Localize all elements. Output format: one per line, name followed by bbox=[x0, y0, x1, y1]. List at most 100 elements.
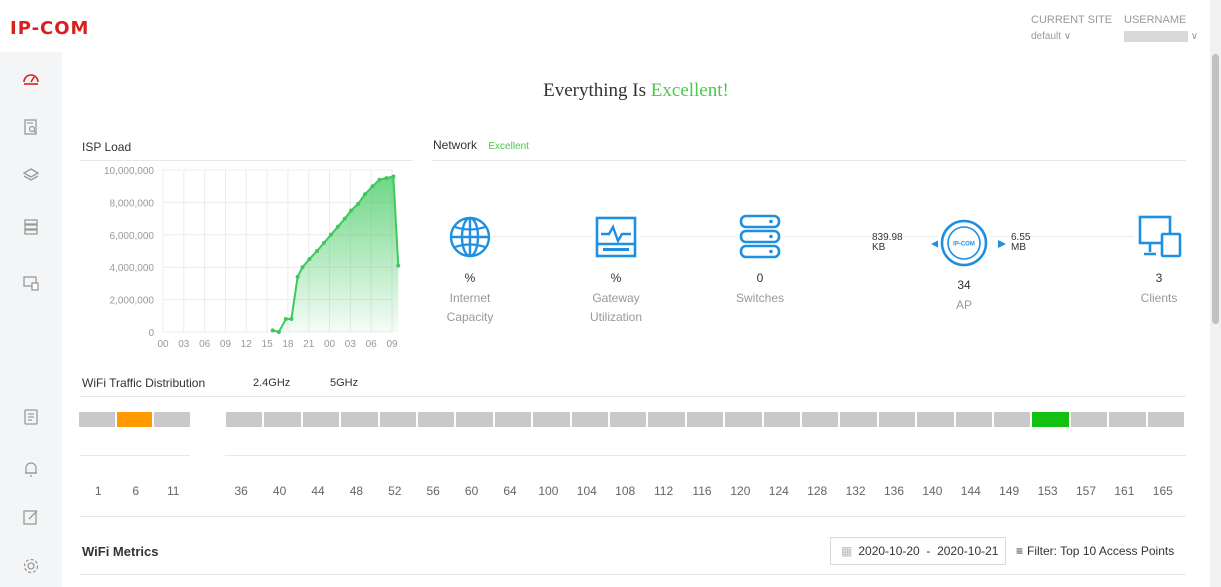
top-bar: IP-COM CURRENT SITE default ∨ USERNAME ∨ bbox=[0, 0, 1210, 53]
channel-number: 132 bbox=[845, 484, 866, 498]
ap-label: AP bbox=[955, 298, 972, 312]
channel-number: 128 bbox=[807, 484, 828, 498]
channel-bar[interactable] bbox=[763, 412, 800, 427]
tab-5ghz[interactable]: 5GHz bbox=[330, 377, 358, 389]
channel-bar[interactable] bbox=[648, 412, 685, 427]
channel-bar[interactable] bbox=[1109, 412, 1146, 427]
channel-bar[interactable] bbox=[878, 412, 916, 427]
isp-data-point bbox=[396, 263, 401, 268]
channel-number: 124 bbox=[768, 484, 789, 498]
channel-bar[interactable] bbox=[456, 412, 493, 427]
page-scrollbar[interactable] bbox=[1210, 0, 1221, 587]
internet-label-2: Capacity bbox=[446, 310, 494, 324]
internet-label-1: Internet bbox=[449, 291, 491, 305]
clients-summary[interactable]: 3 Clients bbox=[1130, 214, 1188, 308]
current-site-selector[interactable]: CURRENT SITE default ∨ bbox=[1031, 14, 1112, 42]
isp-data-point bbox=[370, 184, 375, 189]
ip-com-logo[interactable]: IP-COM bbox=[10, 18, 89, 39]
channel-number: 112 bbox=[654, 484, 674, 498]
channel-bar[interactable] bbox=[379, 412, 416, 427]
channel-bar[interactable] bbox=[1070, 412, 1108, 427]
channel-number: 100 bbox=[538, 484, 559, 498]
clients-devices-icon bbox=[1134, 214, 1184, 260]
channel-bar[interactable] bbox=[341, 412, 378, 427]
isp-data-point bbox=[321, 240, 326, 245]
switches-value: 0 bbox=[756, 271, 764, 285]
isp-data-point bbox=[276, 330, 281, 334]
scrollbar-thumb[interactable] bbox=[1212, 54, 1219, 324]
log-search-icon[interactable] bbox=[22, 118, 40, 136]
isp-data-point bbox=[328, 232, 333, 237]
channel-bar[interactable] bbox=[1032, 412, 1069, 427]
channel-bar[interactable] bbox=[802, 412, 839, 427]
channel-bar[interactable] bbox=[840, 412, 877, 427]
wifi-traffic-title: WiFi Traffic Distribution bbox=[82, 376, 206, 390]
bell-icon[interactable] bbox=[22, 460, 40, 478]
channel-bar[interactable] bbox=[418, 412, 455, 427]
server-stack-icon[interactable] bbox=[22, 218, 40, 236]
username-selector[interactable]: USERNAME ∨ bbox=[1124, 14, 1198, 42]
ap-upload-unit: MB bbox=[1011, 242, 1026, 253]
filter-button[interactable]: ≡ Filter: Top 10 Access Points bbox=[1016, 544, 1174, 558]
channel-number: 52 bbox=[388, 484, 402, 498]
dashboard-icon[interactable] bbox=[22, 70, 40, 88]
settings-gear-icon[interactable] bbox=[22, 557, 40, 575]
wifi-metrics-title: WiFi Metrics bbox=[82, 544, 159, 559]
gateway-monitor-icon bbox=[593, 214, 639, 260]
layers-icon[interactable] bbox=[22, 166, 40, 184]
tab-2-4ghz[interactable]: 2.4GHz bbox=[253, 377, 290, 389]
wifi-divider-top bbox=[80, 396, 1186, 397]
network-link-line bbox=[470, 236, 1150, 237]
isp-data-point bbox=[307, 257, 312, 262]
channel-bar[interactable] bbox=[571, 412, 608, 427]
gateway-utilization[interactable]: % Gateway Utilization bbox=[583, 214, 649, 327]
isp-y-tick-label: 0 bbox=[148, 328, 154, 339]
isp-x-tick-label: 18 bbox=[282, 339, 294, 350]
isp-x-tick-label: 06 bbox=[366, 339, 378, 350]
gateway-utilization-value: % bbox=[610, 271, 622, 285]
isp-load-chart: 10,000,000 8,000,000 6,000,000 4,000,000 2,0… bbox=[104, 166, 401, 350]
channel-number: 48 bbox=[349, 484, 364, 498]
channel-number: 64 bbox=[503, 484, 517, 498]
ap-badge: IP-COM bbox=[953, 242, 975, 248]
date-to: 2020-10-21 bbox=[937, 544, 999, 558]
channel-bar[interactable] bbox=[725, 412, 762, 427]
channel-bar[interactable] bbox=[994, 412, 1031, 427]
date-range-picker[interactable]: ▦ 2020-10-20 - 2020-10-21 bbox=[830, 537, 1006, 565]
globe-icon bbox=[447, 214, 493, 260]
channel-number: 120 bbox=[730, 484, 751, 498]
channel-bar[interactable] bbox=[302, 412, 340, 427]
devices-icon[interactable] bbox=[22, 274, 40, 292]
isp-divider bbox=[80, 160, 413, 161]
channel-bar[interactable] bbox=[610, 412, 647, 427]
channel-bar[interactable] bbox=[686, 412, 724, 427]
channel-bar[interactable] bbox=[955, 412, 992, 427]
channel-bar[interactable] bbox=[154, 412, 190, 427]
channel-number: 149 bbox=[999, 484, 1020, 498]
network-divider bbox=[432, 160, 1186, 161]
channel-bar[interactable] bbox=[264, 412, 301, 427]
isp-data-point bbox=[391, 174, 396, 179]
edit-icon[interactable] bbox=[22, 508, 40, 526]
isp-x-tick-label: 15 bbox=[262, 339, 274, 350]
date-from: 2020-10-20 bbox=[858, 544, 920, 558]
switches-summary[interactable]: 0 Switches bbox=[725, 214, 795, 308]
username-label: USERNAME bbox=[1124, 14, 1187, 26]
channel-bar[interactable] bbox=[494, 412, 532, 427]
channel-number: 11 bbox=[167, 484, 180, 498]
isp-data-point bbox=[362, 192, 367, 197]
channel-bar[interactable] bbox=[533, 412, 570, 427]
date-separator: - bbox=[926, 544, 931, 558]
document-icon[interactable] bbox=[22, 408, 40, 426]
channel-bar[interactable] bbox=[79, 412, 115, 427]
switches-label: Switches bbox=[735, 291, 785, 305]
channel-bar[interactable] bbox=[226, 412, 263, 427]
internet-capacity[interactable]: % Internet Capacity bbox=[437, 214, 503, 327]
wifi-divider-bottom bbox=[80, 516, 1186, 517]
channel-bar[interactable] bbox=[116, 412, 152, 427]
channel-bar[interactable] bbox=[1147, 412, 1184, 427]
wifi-baseline-24 bbox=[80, 455, 190, 456]
isp-x-tick-label: 09 bbox=[220, 339, 232, 350]
ap-summary[interactable]: IP-COM 34 AP bbox=[932, 217, 996, 315]
channel-bar[interactable] bbox=[917, 412, 954, 427]
